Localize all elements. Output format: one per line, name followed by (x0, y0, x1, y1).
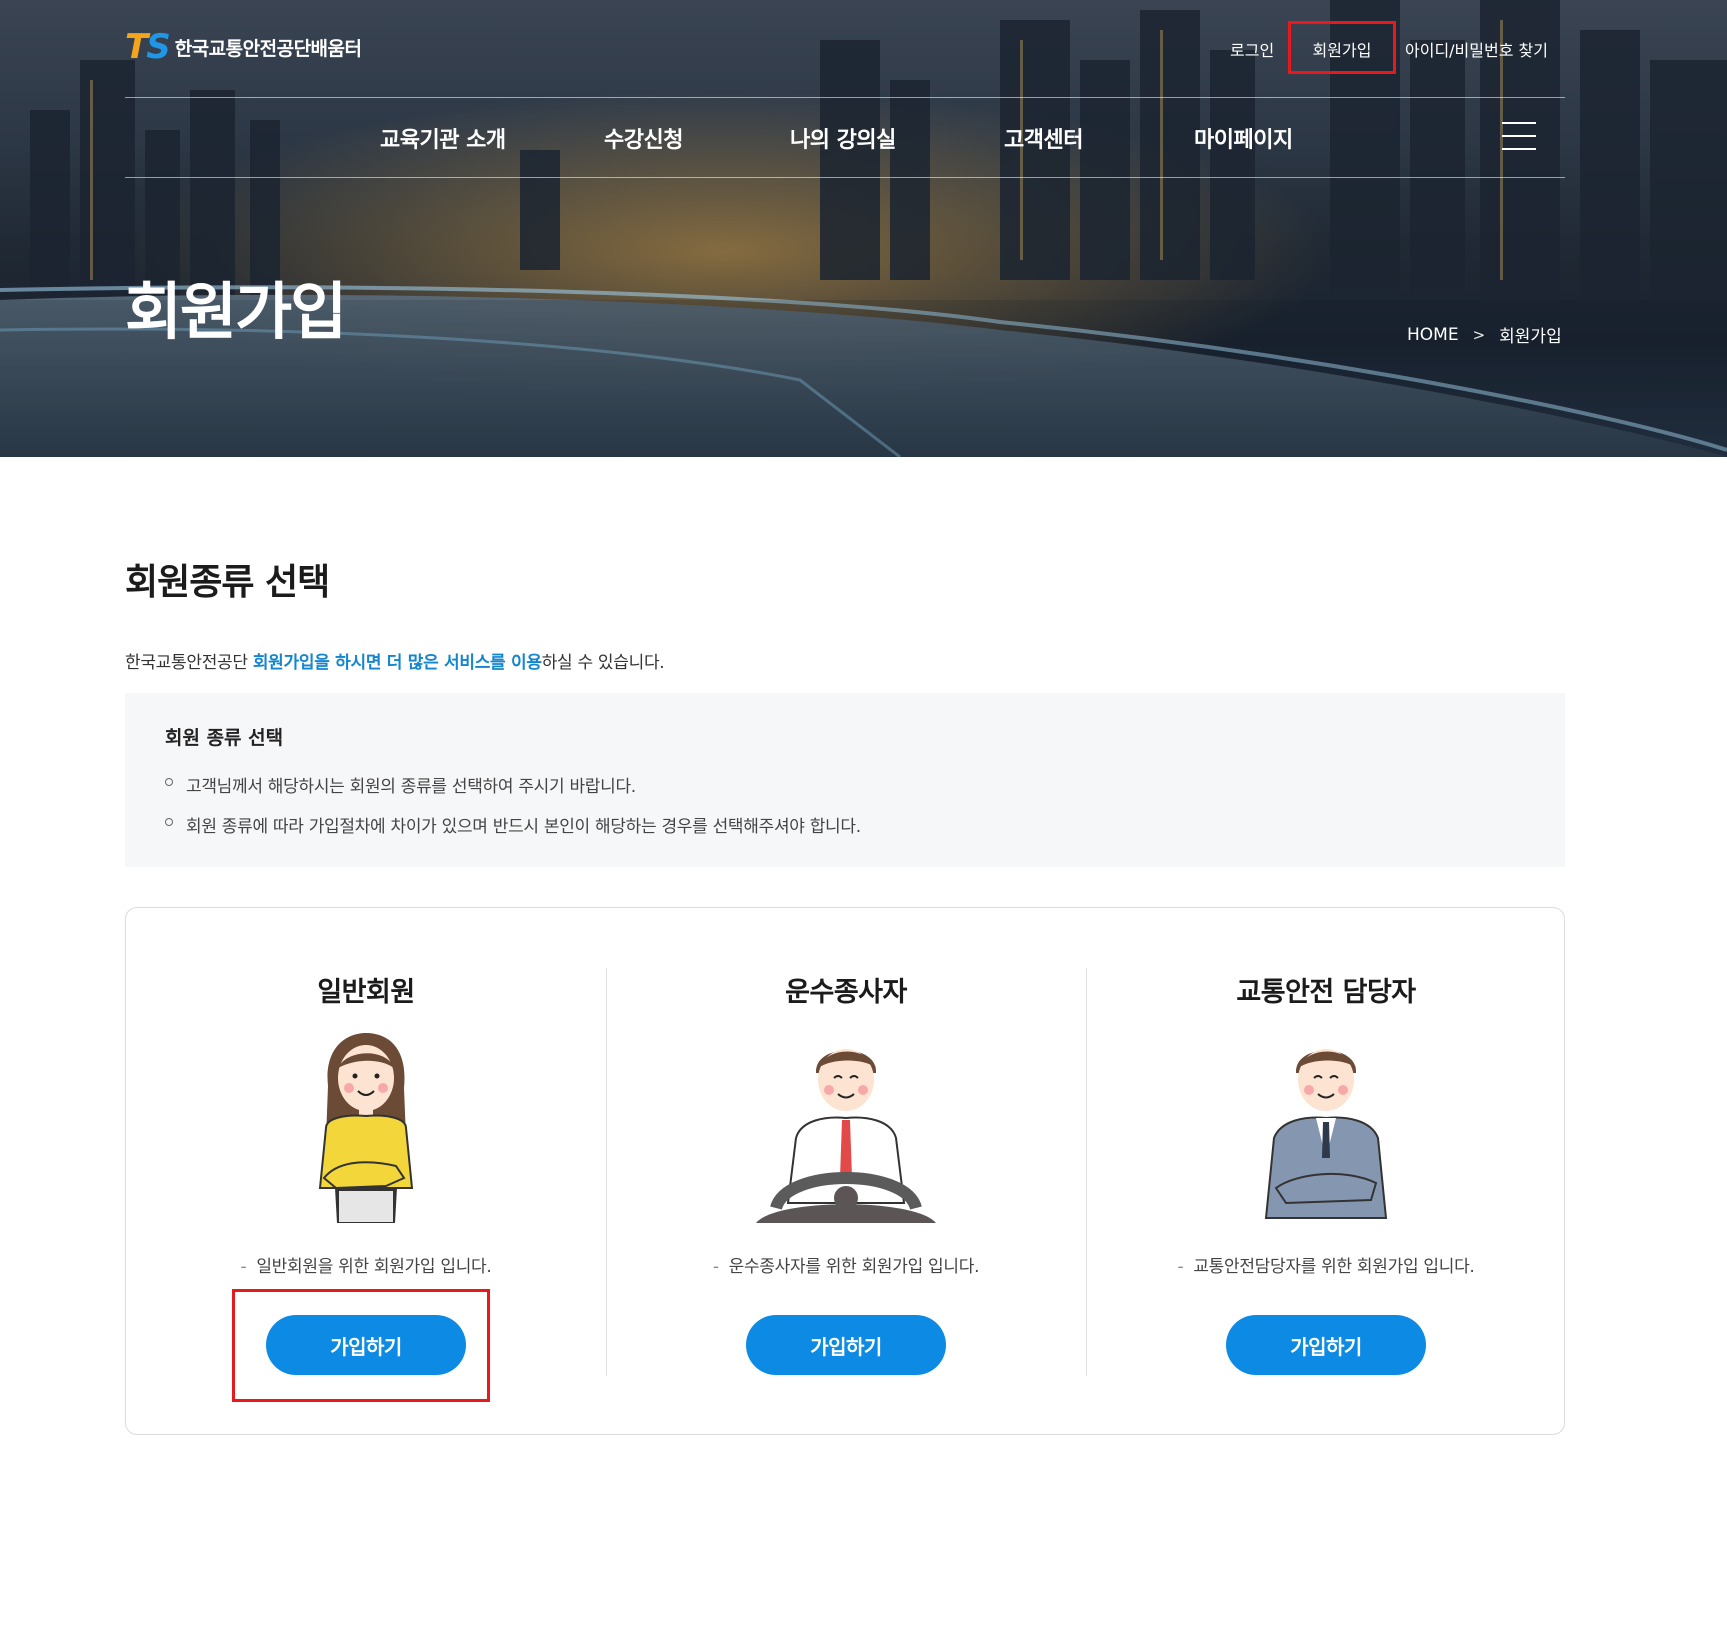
nav-item-my-classroom[interactable]: 나의 강의실 (790, 122, 896, 154)
card-description: - 운수종사자를 위한 회원가입 입니다. (712, 1257, 980, 1277)
highlight-box-join-general (232, 1289, 490, 1402)
nav-item-mypage[interactable]: 마이페이지 (1194, 122, 1293, 154)
card-title: 운수종사자 (785, 977, 907, 1008)
intro-highlight: 회원가입을 하시면 더 많은 서비스를 이용 (252, 653, 542, 673)
card-title: 일반회원 (317, 977, 415, 1008)
member-type-cards: 일반회원 - 일반회원을 위한 회원가입 입니다. 가입하기 운수종사자 - 운… (125, 907, 1565, 1435)
nav-item-apply[interactable]: 수강신청 (604, 122, 683, 154)
breadcrumb: HOME > 회원가입 (1407, 322, 1562, 348)
find-id-password-link[interactable]: 아이디/비밀번호 찾기 (1405, 37, 1548, 61)
join-safety-manager-button[interactable]: 가입하기 (1226, 1315, 1426, 1375)
notice-item: 고객님께서 해당하시는 회원의 종류를 선택하여 주시기 바랍니다. (165, 772, 1525, 797)
highlight-box-signup (1288, 21, 1396, 74)
notice-list: 고객님께서 해당하시는 회원의 종류를 선택하여 주시기 바랍니다. 회원 종류… (165, 772, 1525, 837)
site-name: 한국교통안전공단배움터 (174, 37, 362, 60)
section-title: 회원종류 선택 (125, 562, 330, 603)
join-transport-worker-button[interactable]: 가입하기 (746, 1315, 946, 1375)
ts-logo-icon: TS (125, 27, 171, 67)
businessman-figure-icon (1086, 1028, 1566, 1223)
driver-figure-icon (606, 1028, 1086, 1223)
card-general-member: 일반회원 - 일반회원을 위한 회원가입 입니다. 가입하기 (126, 908, 606, 1436)
breadcrumb-home[interactable]: HOME (1407, 325, 1459, 345)
nav-bottom-divider (125, 177, 1565, 178)
card-safety-manager: 교통안전 담당자 - 교통안전담당자를 위한 회원가입 입니다. 가입하기 (1086, 908, 1566, 1436)
hero-banner: TS 한국교통안전공단배움터 로그인 회원가입 아이디/비밀번호 찾기 교육기관… (0, 0, 1727, 457)
notice-box: 회원 종류 선택 고객님께서 해당하시는 회원의 종류를 선택하여 주시기 바랍… (125, 693, 1565, 867)
nav-item-customer-center[interactable]: 고객센터 (1004, 122, 1083, 154)
site-logo[interactable]: TS 한국교통안전공단배움터 (125, 27, 362, 67)
page-title: 회원가입 (125, 275, 347, 348)
card-description: - 일반회원을 위한 회원가입 입니다. (240, 1257, 492, 1277)
util-find: 아이디/비밀번호 찾기 (1405, 24, 1548, 74)
login-link[interactable]: 로그인 (1230, 37, 1274, 61)
menu-hamburger-icon[interactable] (1502, 122, 1536, 152)
woman-figure-icon (126, 1028, 606, 1223)
card-transport-worker: 운수종사자 - 운수종사자를 위한 회원가입 입니다. 가입하기 (606, 908, 1086, 1436)
breadcrumb-current: 회원가입 (1499, 327, 1562, 347)
notice-title: 회원 종류 선택 (165, 727, 284, 749)
nav-item-about[interactable]: 교육기관 소개 (380, 122, 506, 154)
card-description: - 교통안전담당자를 위한 회원가입 입니다. (1177, 1257, 1475, 1277)
card-title: 교통안전 담당자 (1236, 977, 1416, 1008)
chevron-right-icon: > (1472, 325, 1486, 344)
intro-text: 한국교통안전공단 회원가입을 하시면 더 많은 서비스를 이용하실 수 있습니다… (125, 653, 665, 673)
notice-item: 회원 종류에 따라 가입절차에 차이가 있으며 반드시 본인이 해당하는 경우를… (165, 812, 1525, 837)
util-login: 로그인 (1230, 24, 1274, 74)
main-navigation: 교육기관 소개 수강신청 나의 강의실 고객센터 마이페이지 (0, 98, 1727, 178)
